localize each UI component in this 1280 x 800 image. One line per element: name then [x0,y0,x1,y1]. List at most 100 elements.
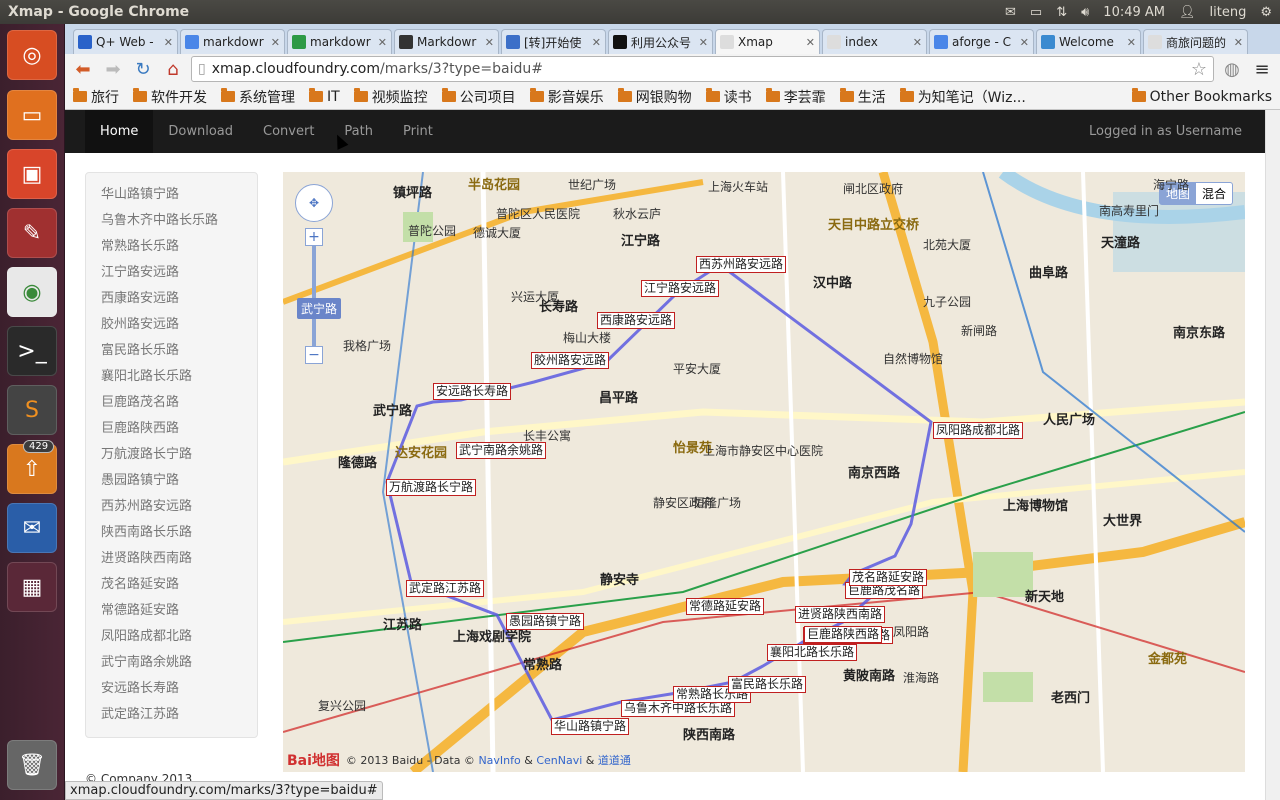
navinfo-link[interactable]: NavInfo [478,754,520,767]
marks-list-item[interactable]: 江宁路安远路 [86,260,257,286]
daodaotong-link[interactable]: 道道通 [598,752,631,768]
marks-list-item[interactable]: 常熟路长乐路 [86,234,257,260]
map-marker-label[interactable]: 西康路安远路 [597,312,676,329]
map-marker-label[interactable]: 茂名路延安路 [849,569,928,586]
map-type-hybrid[interactable]: 混合 [1196,183,1232,204]
bookmark-item[interactable]: 李芸霏 [765,87,826,107]
bookmark-item[interactable]: 软件开发 [133,87,207,107]
tab-close-icon[interactable]: ✕ [378,36,387,49]
map-marker-label[interactable]: 愚园路镇宁路 [506,613,585,630]
map-marker-label[interactable]: 襄阳北路长乐路 [767,644,858,661]
browser-tab[interactable]: Q+ Web - ✕ [73,29,178,54]
marks-list-item[interactable]: 常德路延安路 [86,598,257,624]
tab-close-icon[interactable]: ✕ [485,36,494,49]
map-marker-label[interactable]: 凤阳路成都北路 [933,422,1024,439]
system-settings-icon[interactable]: ✎ [7,208,57,258]
ubuntu-dash-icon[interactable]: ◎ [7,30,57,80]
bookmark-item[interactable]: 系统管理 [221,87,295,107]
back-arrow-icon[interactable]: ⬅ [71,57,95,81]
files-icon[interactable]: ▭ [7,90,57,140]
marks-list-item[interactable]: 富民路长乐路 [86,338,257,364]
bookmark-item[interactable]: 视频监控 [353,87,428,107]
bookmark-item[interactable]: 读书 [705,87,752,107]
browser-tab[interactable]: 利用公众号 ✕ [608,29,713,54]
sublime-text-icon[interactable]: S [7,385,57,435]
marks-list-item[interactable]: 西苏州路安远路 [86,494,257,520]
marks-list-item[interactable]: 陕西南路长乐路 [86,520,257,546]
chrome-icon[interactable]: ◉ [7,267,57,317]
map-marker-label[interactable]: 江宁路安远路 [641,280,720,297]
browser-tab[interactable]: Xmap ✕ [715,29,820,54]
map-pan-control[interactable]: ✥ [295,184,333,222]
bookmark-item[interactable]: 旅行 [73,87,119,107]
marks-list-item[interactable]: 愚园路镇宁路 [86,468,257,494]
workspace-switcher-icon[interactable]: ▦ [7,562,57,612]
cennavi-link[interactable]: CenNavi [536,754,582,767]
update-manager-icon[interactable]: 429 ⇧ [7,440,57,494]
nav-download[interactable]: Download [153,110,248,153]
mail-icon[interactable]: ✉ [1005,5,1016,20]
bookmark-item[interactable]: IT [309,88,340,105]
tab-close-icon[interactable]: ✕ [1127,36,1136,49]
map-marker-label[interactable]: 万航渡路长宁路 [386,479,477,496]
browser-tab[interactable]: Markdowr ✕ [394,29,499,54]
map-marker-label[interactable]: 富民路长乐路 [728,676,807,693]
forward-arrow-icon[interactable]: ➡ [101,57,125,81]
map-marker-label[interactable]: 胶州路安远路 [531,352,610,369]
marks-list-item[interactable]: 乌鲁木齐中路长乐路 [86,208,257,234]
tab-close-icon[interactable]: ✕ [1234,36,1243,49]
marks-list-item[interactable]: 胶州路安远路 [86,312,257,338]
marks-list-item[interactable]: 进贤路陕西南路 [86,546,257,572]
thunderbird-icon[interactable]: ✉ [7,503,57,553]
user-name[interactable]: liteng [1210,5,1247,20]
marks-list-item[interactable]: 万航渡路长宁路 [86,442,257,468]
clock[interactable]: 10:49 AM [1103,5,1165,20]
terminal-icon[interactable]: >_ [7,326,57,376]
trash-icon[interactable]: 🗑︎ [7,740,57,790]
map-marker-label[interactable]: 华山路镇宁路 [551,718,630,735]
zoom-out-button[interactable]: − [305,346,323,364]
map-marker-label[interactable]: 进贤路陕西南路 [795,606,886,623]
marks-list-item[interactable]: 西康路安远路 [86,286,257,312]
bookmark-item[interactable]: 公司项目 [441,87,516,107]
browser-tab[interactable]: markdowr ✕ [180,29,285,54]
power-gear-icon[interactable]: ⚙ [1260,5,1272,20]
baidu-map[interactable]: ✥ + − 武宁路 地图 混合 镇坪路 半岛花园 世纪广场 上海火车站 闸北区政府 海宁路… [283,172,1245,772]
zoom-in-button[interactable]: + [305,228,323,246]
bookmark-item[interactable]: 网银购物 [617,87,692,107]
marks-list-item[interactable]: 巨鹿路茂名路 [86,390,257,416]
page-scrollbar[interactable] [1265,110,1280,800]
address-bar[interactable]: ▯ xmap.cloudfoundry.com /marks/3?type=ba… [191,56,1214,82]
menu-hamburger-icon[interactable]: ≡ [1250,57,1274,81]
tab-close-icon[interactable]: ✕ [164,36,173,49]
marks-list-item[interactable]: 凤阳路成都北路 [86,624,257,650]
bookmark-item[interactable]: 为知笔记（Wiz... [899,87,1026,107]
marks-list-item[interactable]: 华山路镇宁路 [86,182,257,208]
bookmark-item[interactable]: Other Bookmarks [1131,88,1272,105]
browser-tab[interactable]: Welcome ✕ [1036,29,1141,54]
reload-icon[interactable]: ↻ [131,57,155,81]
bookmark-item[interactable]: 影音娱乐 [529,87,604,107]
map-marker-label[interactable]: 安远路长寿路 [433,383,512,400]
zoom-slider-track[interactable] [312,246,316,346]
tab-close-icon[interactable]: ✕ [1020,36,1029,49]
network-icon[interactable]: ⇅ [1056,5,1067,20]
bookmark-item[interactable]: 生活 [839,87,886,107]
map-marker-label[interactable]: 武定路江苏路 [406,580,485,597]
tab-close-icon[interactable]: ✕ [271,36,280,49]
marks-list-item[interactable]: 武宁南路余姚路 [86,650,257,676]
volume-icon[interactable]: 🔊︎ [1081,5,1089,20]
tab-close-icon[interactable]: ✕ [592,36,601,49]
map-marker-label[interactable]: 巨鹿路陕西路 [804,626,883,643]
map-marker-label[interactable]: 武宁南路余姚路 [456,442,547,459]
software-center-icon[interactable]: ▣ [7,149,57,199]
baidu-logo[interactable]: Bai地图 [287,750,340,770]
bookmark-star-icon[interactable]: ☆ [1191,59,1207,80]
browser-tab[interactable]: index ✕ [822,29,927,54]
browser-tab[interactable]: 商旅问题的 ✕ [1143,29,1248,54]
battery-icon[interactable]: ▭ [1030,5,1042,20]
nav-convert[interactable]: Convert [248,110,329,153]
marks-list-item[interactable]: 襄阳北路长乐路 [86,364,257,390]
home-icon[interactable]: ⌂ [161,57,185,81]
marks-list-item[interactable]: 武定路江苏路 [86,702,257,728]
